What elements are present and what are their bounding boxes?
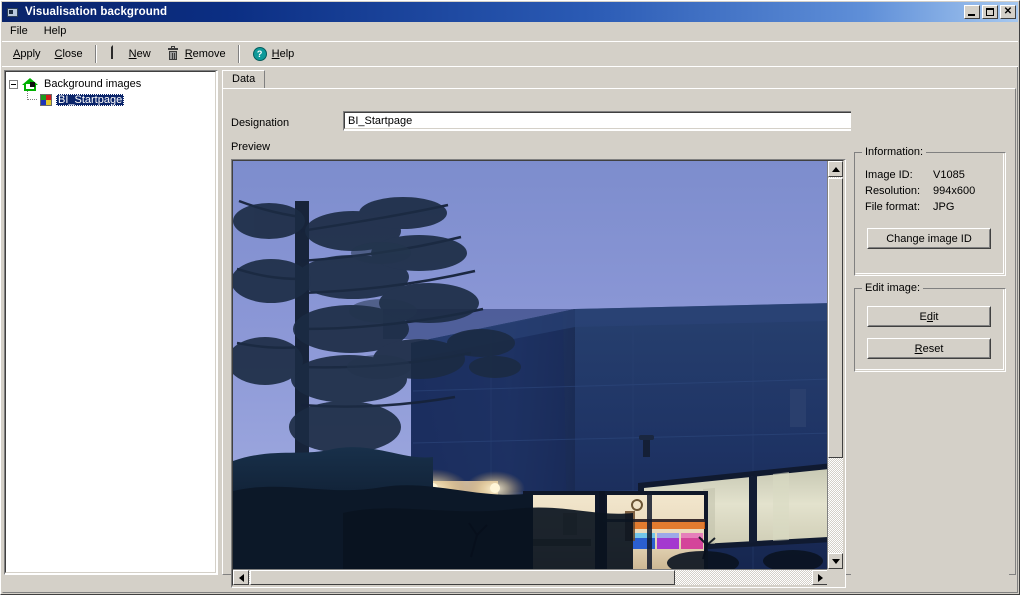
hscroll-thumb[interactable] [250, 570, 675, 585]
reset-button[interactable]: Reset [867, 338, 991, 359]
resolution-label: Resolution: [865, 185, 921, 197]
scroll-up-arrow-icon [831, 166, 840, 172]
edit-image-group-title: Edit image: [862, 282, 924, 294]
close-button[interactable]: ✕ [1000, 5, 1016, 19]
designation-label: Designation [231, 117, 290, 129]
toolbar-new-button[interactable]: New [102, 43, 158, 65]
image-id-value: V1085 [933, 169, 965, 181]
scroll-left-arrow-icon [238, 573, 244, 582]
tree-item-bi-startpage[interactable]: BI_Startpage [9, 91, 213, 108]
toolbar-remove-label: Remove [184, 48, 226, 60]
tab-panel-data: Designation BI_Startpage Preview Informa… [222, 88, 1016, 588]
information-group-title: Information: [862, 146, 927, 158]
toolbar-apply-label: Apply [13, 48, 41, 60]
help-circle-icon: ? [252, 46, 268, 62]
preview-image-viewport[interactable] [233, 161, 828, 569]
edit-image-group: Edit image: Ed it Reset [854, 282, 1006, 372]
tree-panel: Background images BI_Startpage [4, 70, 218, 575]
scroll-down-arrow-icon [831, 558, 840, 564]
scroll-right-arrow-icon [817, 573, 823, 582]
reset-button-label: Reset [868, 339, 990, 358]
toolbar-close-button[interactable]: Close [48, 43, 90, 65]
tab-data[interactable]: Data [222, 70, 266, 89]
menu-item-file[interactable]: File [2, 23, 36, 40]
preview-image-box [231, 159, 846, 588]
preview-horizontal-scrollbar[interactable] [233, 569, 828, 585]
tree-item-label-child: BI_Startpage [56, 94, 125, 106]
background-image-preview [233, 161, 828, 569]
toolbar-remove-button[interactable]: Remove [158, 43, 233, 65]
tree-item-label-root: Background images [44, 78, 142, 90]
file-format-value: JPG [933, 201, 955, 213]
tab-strip: Data [222, 70, 1016, 89]
maximize-button[interactable] [982, 5, 998, 19]
tree-item-background-images[interactable]: Background images [9, 76, 213, 92]
scroll-down-button[interactable] [828, 553, 843, 569]
image-id-label: Image ID: [865, 169, 913, 181]
scroll-right-button[interactable] [812, 570, 828, 585]
menu-item-help[interactable]: Help [36, 23, 75, 40]
scroll-left-button[interactable] [233, 570, 249, 585]
toolbar-apply-button[interactable]: Apply [6, 43, 48, 65]
scrollbar-corner [827, 569, 843, 585]
window-icon [5, 5, 21, 19]
minimize-button[interactable] [964, 5, 980, 19]
preview-image-inner [232, 160, 844, 586]
close-icon: ✕ [1003, 6, 1013, 17]
change-image-id-label: Change image ID [868, 229, 990, 248]
tab-area: Data Designation BI_Startpage Preview In… [222, 70, 1016, 588]
scroll-up-button[interactable] [828, 161, 843, 177]
menu-bar: File Help [2, 22, 1018, 41]
trash-icon [165, 46, 181, 62]
toolbar-separator-1 [94, 45, 97, 63]
preview-vertical-scrollbar[interactable] [827, 161, 843, 569]
file-format-label: File format: [865, 201, 921, 213]
toolbar-new-label: New [128, 48, 151, 60]
application-window: Visualisation background ✕ File Help App… [0, 0, 1020, 595]
toolbar-help-button[interactable]: ? Help [245, 43, 302, 65]
edit-button[interactable]: Ed it [867, 306, 991, 327]
tree-expander-icon[interactable] [9, 79, 18, 89]
change-image-id-button[interactable]: Change image ID [867, 228, 991, 249]
information-group: Information: Image ID: V1085 Resolution:… [854, 146, 1006, 276]
window-title: Visualisation background [25, 6, 168, 18]
toolbar-close-label: Close [54, 48, 83, 60]
side-panel: Information: Image ID: V1085 Resolution:… [851, 97, 1009, 588]
resolution-value: 994x600 [933, 185, 976, 197]
content-area: Background images BI_Startpage Data Desi… [4, 70, 1016, 588]
preview-label: Preview [231, 141, 271, 153]
tree-view[interactable]: Background images BI_Startpage [5, 71, 216, 573]
title-bar[interactable]: Visualisation background ✕ [2, 2, 1018, 22]
vscroll-thumb[interactable] [828, 178, 843, 458]
page-icon [109, 45, 125, 62]
green-house-icon [22, 77, 38, 91]
toolbar-help-label: Help [271, 48, 295, 60]
toolbar-separator-2 [237, 45, 240, 63]
preview-photo-svg [233, 161, 828, 569]
toolbar: Apply Close New Remove ? Help [2, 41, 1018, 67]
edit-button-label: Ed it [868, 307, 990, 326]
tree-connector [27, 91, 37, 100]
window-controls: ✕ [964, 5, 1016, 19]
color-squares-icon [40, 94, 52, 106]
